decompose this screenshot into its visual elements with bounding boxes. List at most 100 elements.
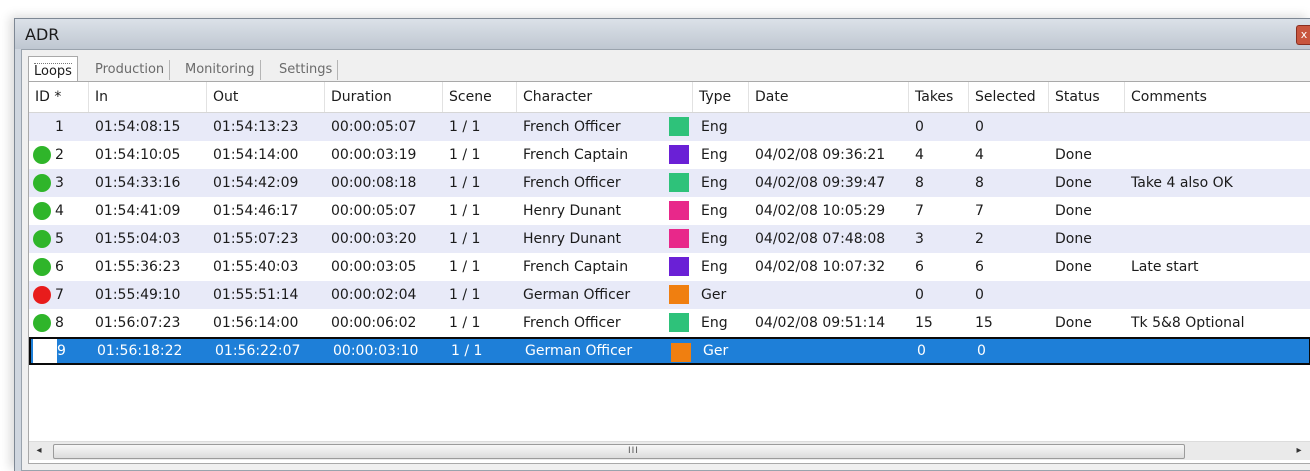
column-header-type[interactable]: Type [693,82,749,112]
tab-monitoring[interactable]: Monitoring [180,60,261,80]
column-header-id[interactable]: ID * [29,82,89,112]
cell-takes: 3 [915,231,924,247]
column-header-duration[interactable]: Duration [325,82,443,112]
cell-out: 01:54:13:23 [213,119,299,135]
character-color-swatch [671,343,691,362]
cell-selected: 0 [977,343,986,359]
cell-type: Ger [703,343,729,359]
column-header-takes[interactable]: Takes [909,82,969,112]
cell-duration: 00:00:03:19 [331,147,417,163]
scroll-thumb[interactable]: III [53,444,1185,459]
tab-settings[interactable]: Settings [274,60,339,80]
cell-in: 01:56:07:23 [95,315,181,331]
cell-date: 04/02/08 10:07:32 [755,259,886,275]
cell-in: 01:56:18:22 [97,343,183,359]
cell-id: 4 [55,203,64,219]
character-color-swatch [669,173,689,192]
cell-scene: 1 / 1 [449,287,481,303]
cell-character: Henry Dunant [523,203,621,219]
close-icon[interactable]: x [1296,25,1310,45]
red-status-dot-icon [33,286,51,304]
cell-selected: 7 [975,203,984,219]
cell-takes: 6 [915,259,924,275]
cell-id: 8 [55,315,64,331]
cell-duration: 00:00:08:18 [331,175,417,191]
green-status-dot-icon [33,314,51,332]
cell-takes: 4 [915,147,924,163]
cell-scene: 1 / 1 [449,315,481,331]
cell-selected: 4 [975,147,984,163]
character-color-swatch [669,229,689,248]
row-marker [33,339,57,363]
table-row[interactable]: 8 01:56:07:23 01:56:14:00 00:00:06:02 1 / 1 F… [29,309,1310,337]
tab-loops[interactable]: Loops [28,56,78,83]
column-header-in[interactable]: In [89,82,207,112]
cell-selected: 0 [975,287,984,303]
cell-id: 6 [55,259,64,275]
column-header-selected[interactable]: Selected [969,82,1049,112]
cell-character: German Officer [523,287,631,303]
cell-status: Done [1055,203,1092,219]
green-status-dot-icon [33,174,51,192]
column-header-comments[interactable]: Comments [1125,82,1310,112]
green-status-dot-icon [33,258,51,276]
window-content: Loops Production Monitoring Settings ID … [21,49,1310,471]
table-row[interactable]: 2 01:54:10:05 01:54:14:00 00:00:03:19 1 / 1 F… [29,141,1310,169]
cell-comments: Tk 5&8 Optional [1131,315,1245,331]
cell-out: 01:55:07:23 [213,231,299,247]
scroll-right-icon[interactable]: ▸ [1291,442,1307,460]
character-color-swatch [669,201,689,220]
character-color-swatch [669,145,689,164]
scroll-left-icon[interactable]: ◂ [31,442,47,460]
cell-duration: 00:00:05:07 [331,203,417,219]
column-header-scene[interactable]: Scene [443,82,517,112]
cell-takes: 8 [915,175,924,191]
green-status-dot-icon [33,230,51,248]
cell-status: Done [1055,315,1092,331]
cell-date: 04/02/08 07:48:08 [755,231,886,247]
cell-out: 01:56:22:07 [215,343,301,359]
cell-in: 01:55:36:23 [95,259,181,275]
cell-duration: 00:00:03:20 [331,231,417,247]
cell-selected: 6 [975,259,984,275]
table-row[interactable]: 1 01:54:08:15 01:54:13:23 00:00:05:07 1 / 1 F… [29,113,1310,141]
cell-duration: 00:00:03:05 [331,259,417,275]
cell-out: 01:55:51:14 [213,287,299,303]
cell-status: Done [1055,231,1092,247]
cell-takes: 15 [915,315,933,331]
green-status-dot-icon [33,146,51,164]
cell-in: 01:54:33:16 [95,175,181,191]
cell-id: 1 [55,119,64,135]
cell-type: Eng [701,231,728,247]
table-row[interactable]: 9 01:56:18:22 01:56:22:07 00:00:03:10 1 / 1 G… [29,337,1310,365]
cell-id: 3 [55,175,64,191]
tab-production[interactable]: Production [90,60,171,80]
title-bar[interactable]: ADR x [15,19,1310,49]
table-row[interactable]: 6 01:55:36:23 01:55:40:03 00:00:03:05 1 / 1 F… [29,253,1310,281]
table-row[interactable]: 7 01:55:49:10 01:55:51:14 00:00:02:04 1 / 1 G… [29,281,1310,309]
cell-duration: 00:00:05:07 [331,119,417,135]
column-header-out[interactable]: Out [207,82,325,112]
cell-selected: 15 [975,315,993,331]
cell-status: Done [1055,175,1092,191]
cell-date: 04/02/08 09:36:21 [755,147,886,163]
adr-window: ADR x Loops Production Monitoring Settin… [14,18,1310,471]
column-header-status[interactable]: Status [1049,82,1125,112]
table-row[interactable]: 4 01:54:41:09 01:54:46:17 00:00:05:07 1 / 1 H… [29,197,1310,225]
cell-out: 01:55:40:03 [213,259,299,275]
cell-character: German Officer [525,343,633,359]
cell-takes: 0 [915,119,924,135]
column-header-character[interactable]: Character [517,82,693,112]
cell-in: 01:54:10:05 [95,147,181,163]
table-row[interactable]: 3 01:54:33:16 01:54:42:09 00:00:08:18 1 / 1 F… [29,169,1310,197]
cell-scene: 1 / 1 [449,147,481,163]
cell-scene: 1 / 1 [451,343,483,359]
cell-out: 01:56:14:00 [213,315,299,331]
cell-date: 04/02/08 09:51:14 [755,315,886,331]
column-header-date[interactable]: Date [749,82,909,112]
horizontal-scrollbar[interactable]: ◂ III ▸ [29,441,1310,460]
cell-status: Done [1055,259,1092,275]
table-row[interactable]: 5 01:55:04:03 01:55:07:23 00:00:03:20 1 / 1 H… [29,225,1310,253]
cell-selected: 0 [975,119,984,135]
cell-character: French Captain [523,259,629,275]
